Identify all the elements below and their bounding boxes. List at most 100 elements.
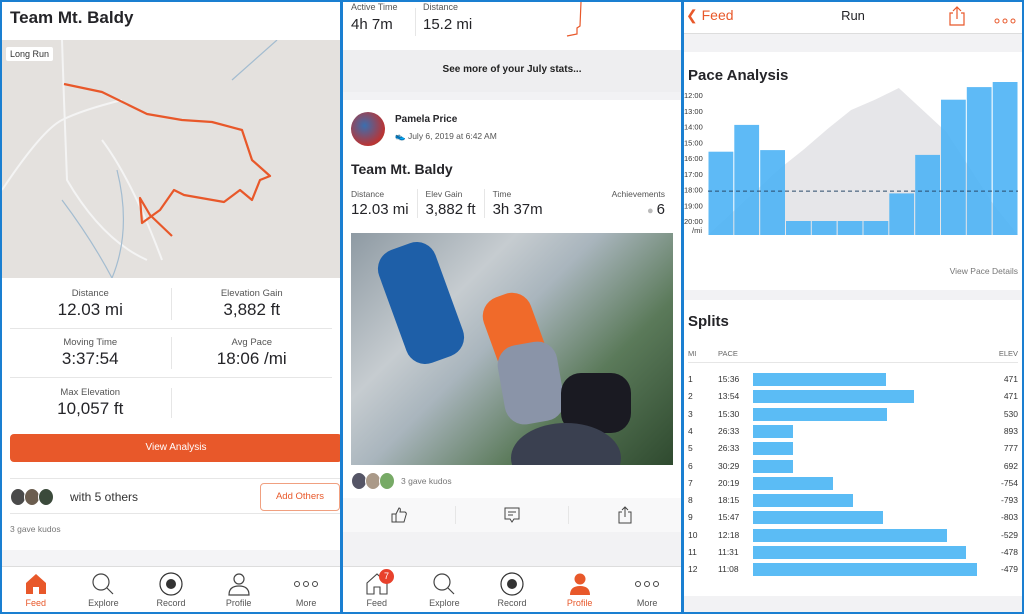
avatar[interactable] (38, 487, 54, 506)
pace-chart[interactable]: 12:00 13:00 14:00 15:00 16:00 17:00 18:00 19:00… (684, 82, 1022, 262)
tab-more[interactable]: More (613, 567, 681, 612)
summary-chart-line (566, 2, 582, 37)
stat-row: Max Elevation 10,057 ft (10, 378, 332, 427)
split-mile: 1 (688, 374, 693, 384)
pace-bar[interactable] (966, 87, 992, 235)
stat-moving-time: Moving Time 3:37:54 (10, 337, 171, 369)
split-row: 12 11:08 -479 (688, 561, 1018, 577)
summary-active-time: Active Time 4h 7m (351, 2, 398, 33)
stat-value: 3:37:54 (61, 349, 119, 368)
split-row: 9 15:47 -803 (688, 509, 1018, 525)
share-icon (949, 6, 965, 26)
split-mile: 10 (688, 529, 698, 540)
tab-profile[interactable]: Profile (546, 567, 614, 612)
split-elev: -793 (1000, 495, 1018, 506)
stat-value: 18:06 /mi (216, 349, 287, 368)
split-pace: 12:18 (718, 529, 740, 540)
split-elev: 692 (1003, 460, 1018, 471)
post-stats: Distance 12.03 mi Elev Gain 3,882 ft Time 3… (351, 189, 673, 218)
pace-bar[interactable] (734, 124, 760, 235)
stat-label: Moving Time (63, 337, 118, 348)
stat-value: ● 6 (612, 201, 665, 218)
more-icon (293, 572, 319, 596)
stat-elevation-gain: Elevation Gain 3,882 ft (170, 288, 333, 320)
tab-label: Record (497, 598, 527, 608)
tab-label: Record (156, 598, 186, 608)
more-button[interactable] (994, 12, 1016, 30)
split-mile: 3 (688, 408, 693, 419)
athlete-avatar[interactable] (351, 112, 385, 146)
group-activity-row: with 5 others Add Others (10, 478, 340, 514)
tab-feed[interactable]: 7 Feed (343, 567, 411, 612)
split-bar (753, 424, 793, 438)
split-pace: 30:29 (718, 460, 740, 471)
y-tick-label: 18:00 (684, 186, 703, 195)
split-pace: 18:15 (718, 495, 740, 506)
athlete-name[interactable]: Pamela Price (395, 114, 457, 125)
pace-bar[interactable] (889, 193, 915, 235)
share-button[interactable] (948, 5, 966, 32)
pace-bar[interactable] (992, 82, 1018, 235)
pace-bar[interactable] (760, 150, 785, 235)
activity-detail-panel: Team Mt. Baldy Long Run Distance 12.03 mi… (2, 2, 340, 612)
tab-label: More (295, 598, 317, 608)
splits-header: MI PACE ELEV (688, 349, 1018, 363)
add-others-button[interactable]: Add Others (260, 482, 340, 511)
share-icon (618, 506, 632, 524)
split-elev: 530 (1003, 408, 1018, 419)
tab-more[interactable]: More (272, 567, 340, 612)
stat-label: Distance (351, 189, 385, 199)
view-analysis-button[interactable]: View Analysis (10, 434, 340, 462)
kudos-button[interactable] (343, 506, 455, 524)
thumbs-up-icon (391, 507, 407, 523)
kudos-count[interactable]: 3 gave kudos (10, 524, 61, 534)
stat-label: Active Time (351, 2, 398, 12)
activity-title[interactable]: Team Mt. Baldy (351, 161, 453, 177)
split-pace: 11:31 (718, 547, 739, 557)
pace-bar[interactable] (837, 221, 863, 235)
stat-value: 3h 37m (492, 201, 543, 218)
split-row: 7 20:19 -754 (688, 475, 1018, 491)
tab-label: More (636, 598, 658, 608)
view-pace-details-link[interactable]: View Pace Details (950, 266, 1018, 276)
pace-bar[interactable] (863, 221, 889, 235)
tab-record[interactable]: Record (478, 567, 546, 612)
pace-analysis-card: Pace Analysis 12:00 13:00 14:00 15:00 16:00 1… (684, 52, 1022, 290)
with-others-text[interactable]: with 5 others (70, 490, 138, 504)
split-mile: 2 (688, 391, 693, 402)
stats-grid: Distance 12.03 mi Elevation Gain 3,882 ft … (10, 280, 332, 427)
tab-explore[interactable]: Explore (70, 567, 138, 612)
route-map[interactable]: Long Run (2, 40, 340, 278)
see-more-stats-link[interactable]: See more of your July stats... (343, 50, 681, 92)
pace-bar[interactable] (708, 151, 734, 235)
search-icon (91, 572, 115, 596)
col-mi: MI (688, 349, 697, 358)
summary-distance: Distance 15.2 mi (423, 2, 472, 33)
profile-icon (227, 572, 251, 596)
split-row: 11 11:31 -478 (688, 544, 1018, 560)
pace-bar[interactable] (941, 99, 966, 235)
split-bar (753, 528, 947, 542)
kudos-row[interactable]: 3 gave kudos (351, 472, 452, 490)
tab-explore[interactable]: Explore (411, 567, 479, 612)
tab-label: Profile (225, 598, 252, 608)
tab-profile[interactable]: Profile (205, 567, 273, 612)
activity-post[interactable]: Pamela Price 👟 July 6, 2019 at 6:42 AM T… (343, 100, 681, 532)
pace-bar[interactable] (811, 221, 837, 235)
split-mile: 6 (688, 460, 693, 471)
pace-bar[interactable] (786, 221, 811, 235)
stat-row: Moving Time 3:37:54 Avg Pace 18:06 /mi (10, 329, 332, 378)
shoe-icon: 👟 (395, 131, 408, 141)
y-unit-label: /mi (692, 226, 702, 235)
pace-bar[interactable] (915, 154, 940, 235)
comment-button[interactable] (455, 506, 568, 524)
split-elev: -754 (1000, 477, 1018, 488)
stat-label: Elevation Gain (220, 288, 283, 299)
tab-record[interactable]: Record (137, 567, 205, 612)
split-mile: 12 (688, 564, 698, 575)
share-button[interactable] (568, 506, 681, 524)
col-elev: ELEV (998, 349, 1018, 358)
activity-photo[interactable] (351, 233, 673, 465)
split-pace: 15:30 (718, 408, 740, 419)
tab-feed[interactable]: Feed (2, 567, 70, 612)
